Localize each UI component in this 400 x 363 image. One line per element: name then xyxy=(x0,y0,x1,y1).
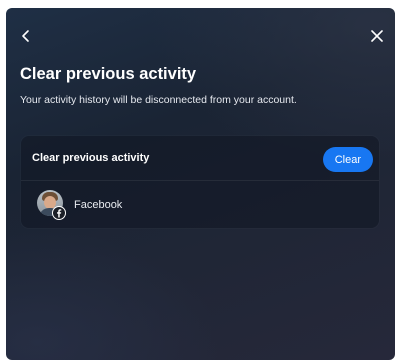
clear-button[interactable]: Clear xyxy=(322,147,373,172)
chevron-left-icon xyxy=(22,30,29,42)
dialog-subtitle: Your activity history will be disconnect… xyxy=(20,94,297,106)
dialog-title: Clear previous activity xyxy=(20,65,197,83)
card-title: Clear previous activity xyxy=(32,152,150,164)
facebook-icon xyxy=(52,206,66,220)
close-icon xyxy=(371,30,383,42)
close-button[interactable] xyxy=(366,25,388,47)
card-header: Clear previous activity Clear xyxy=(21,136,379,181)
clear-activity-dialog: Clear previous activity Your activity hi… xyxy=(6,8,395,360)
account-row-facebook: Facebook xyxy=(32,188,332,220)
activity-card: Clear previous activity Clear Facebook xyxy=(21,136,379,228)
back-button[interactable] xyxy=(15,25,37,47)
account-name: Facebook xyxy=(74,199,123,211)
